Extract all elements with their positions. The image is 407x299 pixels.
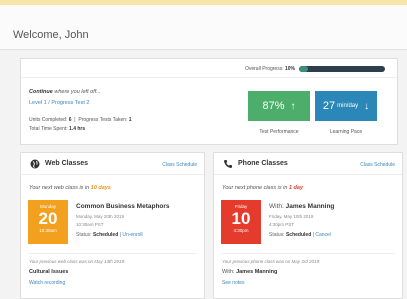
- page-header: Welcome, John: [0, 5, 407, 50]
- phone-cal-time: 4:30pm: [233, 228, 249, 233]
- web-class-status: Status: Scheduled | Un-enroll: [76, 232, 143, 238]
- overall-progress-bar: [299, 66, 385, 72]
- web-next-class-text: Your next web class is in 10 days: [29, 185, 111, 191]
- web-previous-class-text: Your previous web class was on May 13th …: [29, 259, 126, 264]
- phone-class-schedule-link[interactable]: Class Schedule: [360, 162, 395, 168]
- test-performance-value: 87%: [262, 100, 285, 112]
- web-classes-header: Web Classes Class Schedule: [21, 153, 204, 175]
- phone-class-calendar: Friday 10 4:30pm: [221, 200, 261, 244]
- phone-classes-title: Phone Classes: [238, 160, 288, 167]
- web-previous-class-title: Cultural Issues: [29, 269, 69, 275]
- phone-class-date: Friday, May 10th 2019: [269, 214, 314, 219]
- phone-class-teacher: With: James Manning: [269, 203, 335, 210]
- units-and-tests-stats: Units Completed: 6 | Progress Tests Take…: [29, 117, 132, 123]
- web-cal-time: 10:30am: [39, 228, 57, 233]
- divider: [221, 253, 395, 254]
- overall-progress-label: Overall Progress: 10%: [244, 66, 295, 72]
- web-class-title: Common Business Metaphors: [76, 203, 170, 210]
- learning-pace-value: 27: [322, 100, 336, 112]
- overall-progress-fill: [299, 66, 308, 72]
- welcome-title: Welcome, John: [13, 29, 89, 41]
- cancel-link[interactable]: Cancel: [315, 232, 331, 238]
- phone-classes-header: Phone Classes Class Schedule: [214, 153, 402, 175]
- web-class-date: Monday, May 20th 2019: [76, 214, 124, 219]
- phone-previous-class-text: Your previous phone class was on May 3rd…: [222, 259, 321, 264]
- web-class-schedule-link[interactable]: Class Schedule: [162, 162, 197, 168]
- continue-level-link[interactable]: Level 1 / Progress Test 2: [29, 100, 89, 106]
- phone-next-class-text: Your next phone class is in 1 day: [222, 185, 304, 191]
- phone-class-status: Status: Scheduled | Cancel: [269, 232, 331, 238]
- overall-progress: Overall Progress: 10%: [245, 66, 385, 72]
- phone-next-class-days: 1 day: [288, 185, 304, 191]
- web-class-calendar: Monday 20 10:30am: [28, 200, 68, 244]
- web-classes-card: Web Classes Class Schedule Your next web…: [20, 152, 205, 299]
- continue-text: Continue where you left off...: [29, 89, 101, 95]
- web-next-class-days: 10 days: [90, 185, 111, 191]
- overall-progress-value: 10%: [284, 66, 295, 72]
- test-performance-tile[interactable]: 87% ↑: [248, 91, 310, 121]
- globe-icon: [30, 159, 40, 169]
- test-performance-label: Test Performance: [259, 129, 299, 135]
- progress-card: Overall Progress: 10% Continue where you…: [20, 58, 398, 145]
- total-time-stat: Total Time Spent: 1.4 hrs: [29, 126, 86, 132]
- phone-icon: [223, 160, 232, 169]
- learning-pace-tile[interactable]: 27 min/day ↓: [315, 91, 377, 121]
- see-notes-link[interactable]: See notes: [222, 280, 245, 286]
- divider: [21, 77, 397, 78]
- arrow-up-icon: ↑: [290, 100, 296, 112]
- learning-pace-label: Learning Pace: [329, 129, 363, 135]
- phone-previous-class-teacher: With: James Manning: [222, 269, 278, 275]
- divider: [28, 253, 197, 254]
- unenroll-link[interactable]: Un-enroll: [122, 232, 142, 238]
- phone-cal-day: 10: [231, 209, 251, 228]
- web-class-time: 10:30am PST: [76, 222, 104, 227]
- web-cal-day: 20: [38, 209, 58, 228]
- web-classes-title: Web Classes: [45, 160, 89, 167]
- phone-classes-card: Phone Classes Class Schedule Your next p…: [213, 152, 403, 299]
- learning-pace-unit: min/day: [337, 103, 359, 109]
- arrow-down-icon: ↓: [364, 100, 370, 112]
- phone-class-time: 4:30pm PST: [269, 222, 295, 227]
- watch-recording-link[interactable]: Watch recording: [29, 280, 65, 286]
